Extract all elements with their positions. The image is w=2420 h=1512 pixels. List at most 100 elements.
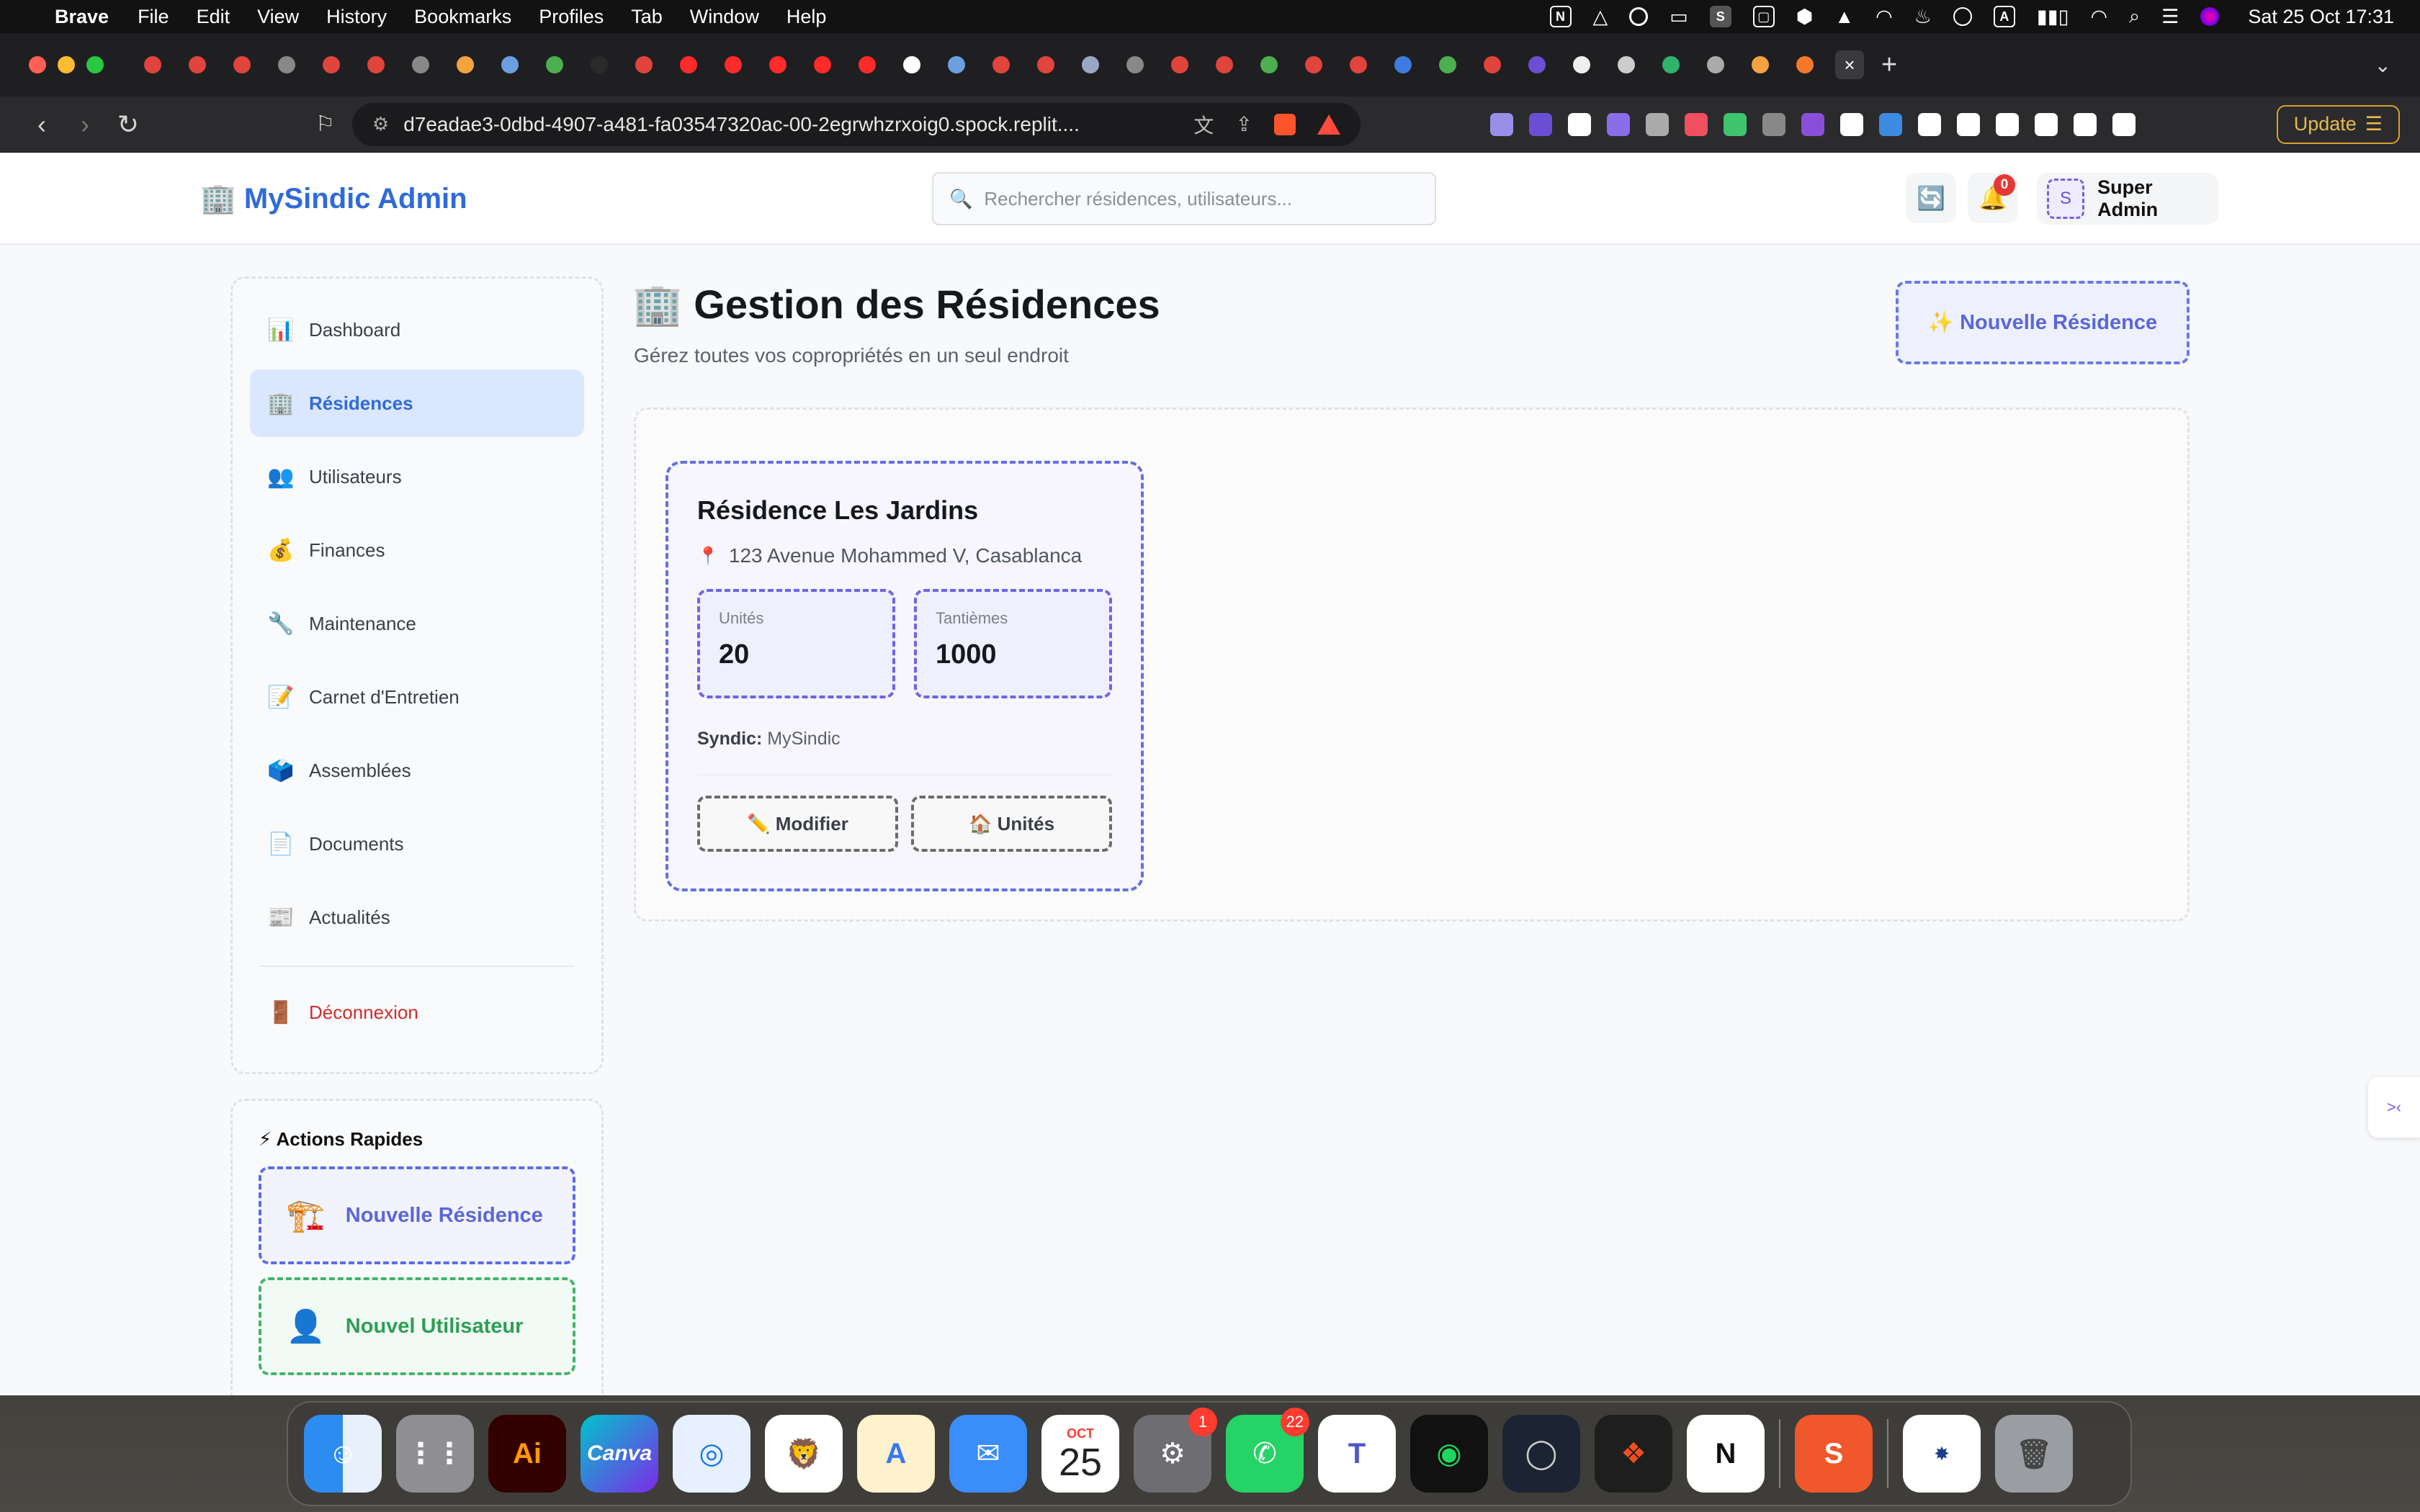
notifications-button[interactable]: 🔔 0 [1968, 173, 2018, 223]
browser-tab[interactable] [406, 50, 435, 79]
browser-tab[interactable] [1031, 50, 1060, 79]
browser-tab[interactable] [1746, 50, 1775, 79]
menu-tab[interactable]: Tab [631, 6, 663, 28]
browser-tab[interactable] [1657, 50, 1685, 79]
browser-tab[interactable] [629, 50, 658, 79]
browser-tab[interactable] [763, 50, 792, 79]
bellari-concept-icon[interactable]: ✸ [1903, 1415, 1981, 1493]
extension-icon[interactable] [1995, 112, 2019, 136]
translate-icon[interactable]: 文 [1193, 110, 1214, 139]
whatsapp-icon[interactable]: ✆ 22 [1226, 1408, 1309, 1493]
window-status-icon[interactable]: ▢ [1752, 6, 1775, 27]
browser-tab[interactable] [897, 50, 926, 79]
forward-button[interactable]: › [63, 109, 107, 140]
browser-tab[interactable] [808, 50, 837, 79]
sidebar-item-logout[interactable]: 🚪 Déconnexion [250, 978, 584, 1046]
sidebar-item-residences[interactable]: 🏢 Résidences [250, 369, 584, 437]
browser-tab[interactable] [987, 50, 1016, 79]
edit-residence-button[interactable]: ✏️ Modifier [697, 796, 898, 852]
browser-tab[interactable] [585, 50, 614, 79]
search-box[interactable]: 🔍 [932, 172, 1436, 225]
extension-icon[interactable] [1684, 112, 1708, 136]
extension-icon[interactable] [1762, 112, 1785, 136]
brave-rewards-icon[interactable] [1317, 114, 1340, 135]
finder-icon[interactable]: ☺ [304, 1415, 382, 1493]
browser-tab[interactable] [138, 50, 167, 79]
teams-icon[interactable]: T [1318, 1415, 1396, 1493]
browser-tab[interactable] [1165, 50, 1194, 79]
canva-icon[interactable]: Canva [581, 1415, 658, 1493]
siri-icon[interactable] [2200, 7, 2220, 26]
extension-icon[interactable] [2073, 112, 2097, 136]
browser-tab[interactable] [317, 50, 346, 79]
arc-icon[interactable]: A [857, 1415, 935, 1493]
devtools-handle-icon[interactable]: >‹ [2368, 1077, 2420, 1138]
sidebar-item-users[interactable]: 👥 Utilisateurs [250, 443, 584, 510]
site-settings-icon[interactable]: ⚙ [372, 113, 389, 135]
sidebar-item-assemblees[interactable]: 🗳️ Assemblées [250, 737, 584, 804]
refresh-button[interactable]: 🔄 [1906, 173, 1956, 223]
mail-icon[interactable]: ✉ [949, 1415, 1027, 1493]
extension-icon[interactable] [1489, 112, 1513, 136]
browser-tab[interactable] [1389, 50, 1417, 79]
s-status-icon[interactable]: S [1709, 6, 1731, 27]
calendar-icon[interactable]: OCT 25 [1041, 1415, 1119, 1493]
cast-status-icon[interactable]: ◠ [1876, 6, 1893, 28]
search-input[interactable] [984, 187, 1419, 210]
active-tab-close-icon[interactable]: × [1835, 50, 1864, 79]
browser-tab[interactable] [1701, 50, 1730, 79]
browser-tab[interactable] [1255, 50, 1283, 79]
sync-status-icon[interactable] [1629, 7, 1649, 26]
extension-icon[interactable] [1801, 112, 1824, 136]
browser-tab[interactable] [1791, 50, 1819, 79]
browser-tab[interactable] [1523, 50, 1551, 79]
input-source-icon[interactable]: A [1993, 6, 2015, 27]
extension-icon[interactable] [2034, 112, 2058, 136]
browser-tab[interactable] [674, 50, 703, 79]
user-menu[interactable]: S Super Admin [2037, 173, 2218, 225]
sidebar-item-dashboard[interactable]: 📊 Dashboard [250, 296, 584, 364]
sidebar-item-documents[interactable]: 📄 Documents [250, 810, 584, 878]
extension-icon[interactable] [1528, 112, 1552, 136]
new-residence-button[interactable]: ✨ Nouvelle Résidence [1896, 281, 2190, 364]
browser-tab[interactable] [853, 50, 882, 79]
browser-tab[interactable] [1612, 50, 1641, 79]
back-button[interactable]: ‹ [20, 109, 63, 140]
clock[interactable]: Sat 25 Oct 17:31 [2248, 6, 2394, 28]
browser-tab[interactable] [183, 50, 212, 79]
address-bar[interactable]: ⚙ d7eadae3-0dbd-4907-a481-fa03547320ac-0… [351, 102, 1361, 146]
extension-icon[interactable] [1606, 112, 1630, 136]
spotify-icon[interactable]: ◉ [1410, 1415, 1488, 1493]
update-button[interactable]: Update ☰ [2276, 104, 2400, 144]
illustrator-icon[interactable]: Ai [488, 1415, 566, 1493]
new-tab-button[interactable]: + [1881, 50, 1897, 81]
browser-tab[interactable] [1076, 50, 1105, 79]
browser-tab[interactable] [362, 50, 390, 79]
menu-edit[interactable]: Edit [197, 6, 230, 28]
figma-icon[interactable]: ❖ [1595, 1415, 1672, 1493]
residence-card[interactable]: Résidence Les Jardins 📍 123 Avenue Moham… [666, 461, 1144, 891]
quick-new-user-button[interactable]: 👤 Nouvel Utilisateur [259, 1277, 575, 1375]
sidebar-item-actualites[interactable]: 📰 Actualités [250, 883, 584, 951]
brave-icon[interactable]: 🦁 [765, 1415, 843, 1493]
safari-icon[interactable]: ◎ [673, 1415, 750, 1493]
flame-status-icon[interactable]: ♨ [1914, 6, 1932, 28]
browser-tab[interactable] [1344, 50, 1373, 79]
hexagon-status-icon[interactable]: ⬢ [1796, 6, 1814, 28]
menu-history[interactable]: History [326, 6, 387, 28]
extension-icon[interactable] [1645, 112, 1669, 136]
extension-icon[interactable] [1956, 112, 1980, 136]
app-menu[interactable]: Brave [55, 6, 109, 28]
extension-icon[interactable] [1878, 112, 1902, 136]
control-center-icon[interactable]: ☰ [2161, 6, 2179, 28]
browser-tab[interactable] [451, 50, 480, 79]
residence-units-button[interactable]: 🏠 Unités [911, 796, 1112, 852]
share-icon[interactable]: ⇪ [1235, 112, 1252, 136]
brand-logo[interactable]: 🏢 MySindic Admin [200, 181, 467, 215]
spotlight-search-icon[interactable]: ⌕ [2129, 5, 2140, 28]
menu-bookmarks[interactable]: Bookmarks [414, 6, 511, 28]
menu-window[interactable]: Window [690, 6, 759, 28]
sidebar-item-carnet[interactable]: 📝 Carnet d'Entretien [250, 663, 584, 731]
menu-view[interactable]: View [257, 6, 299, 28]
browser-tab[interactable] [942, 50, 971, 79]
